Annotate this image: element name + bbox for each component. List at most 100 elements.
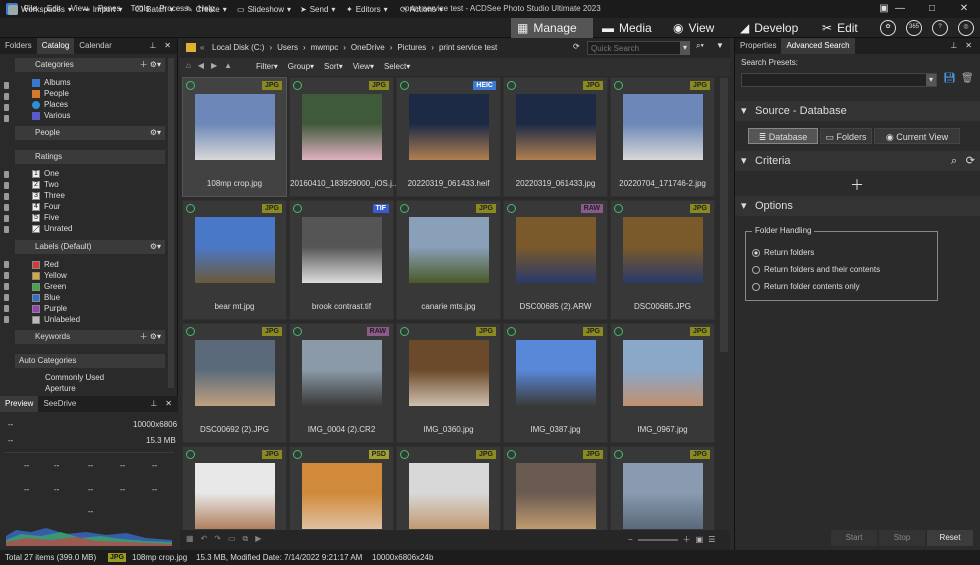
file-thumbnail[interactable]: JPG 108mp crop.jpg [182, 77, 287, 197]
search-icon[interactable]: ⌕▾ [696, 41, 704, 51]
labels-header[interactable]: Labels (Default) ⚙▾ [15, 240, 165, 254]
category-various[interactable]: Various [32, 111, 71, 120]
options-header[interactable]: ▾ Options [735, 196, 980, 216]
category-albums[interactable]: Albums [32, 78, 71, 87]
tab-properties[interactable]: Properties [735, 38, 781, 54]
radio-return-folders-contents[interactable]: Return folders and their contents [752, 265, 880, 274]
check-icon[interactable] [614, 327, 623, 336]
tab-advanced-search[interactable]: Advanced Search [781, 38, 855, 54]
pin-icon[interactable]: ⊥ [149, 38, 156, 54]
check-icon[interactable] [293, 204, 302, 213]
rating-one[interactable]: 1 One [32, 169, 59, 178]
batch-icon[interactable]: ▦ [186, 534, 194, 544]
tab-folders[interactable]: Folders [0, 38, 37, 54]
editors-button[interactable]: ✦ Editors ▾ [346, 3, 388, 17]
check-icon[interactable] [186, 81, 195, 90]
chevron-right-icon[interactable]: › [269, 43, 272, 52]
check-icon[interactable] [400, 327, 409, 336]
mode-media[interactable]: ▬ Media [602, 18, 652, 38]
file-thumbnail[interactable]: JPG bear mt.jpg [182, 200, 287, 320]
import-button[interactable]: ⇥ Import ▾ [83, 3, 122, 17]
check-icon[interactable] [400, 81, 409, 90]
tab-calendar[interactable]: Calendar [74, 38, 116, 54]
category-people[interactable]: People [32, 89, 69, 98]
check-icon[interactable] [507, 204, 516, 213]
check-icon[interactable] [186, 204, 195, 213]
check-icon[interactable] [186, 450, 195, 459]
categories-header[interactable]: Categories ＋ ⚙▾ [15, 58, 165, 72]
stop-button[interactable]: Stop [879, 530, 925, 546]
label-purple[interactable]: Purple [32, 304, 67, 313]
criteria-header[interactable]: ▾ Criteria ⌕ ⟳ [735, 151, 980, 171]
breadcrumb-item[interactable]: Pictures [397, 43, 426, 52]
close-button[interactable]: ✕ [948, 0, 980, 18]
search-dropdown-icon[interactable]: ▾ [680, 41, 690, 55]
check-icon[interactable] [293, 327, 302, 336]
file-thumbnail[interactable]: RAW IMG_0004 (2).CR2 [289, 323, 394, 443]
breadcrumb-item[interactable]: print service test [439, 43, 497, 52]
file-thumbnail[interactable]: JPG [396, 446, 501, 530]
file-thumbnail[interactable]: JPG DSC00685.JPG [610, 200, 715, 320]
check-icon[interactable] [614, 450, 623, 459]
search-presets-select[interactable]: ▾ [741, 73, 937, 87]
breadcrumb-item[interactable]: OneDrive [351, 43, 385, 52]
rating-three[interactable]: 3 Three [32, 191, 65, 200]
search-icon[interactable]: ⌕ [951, 151, 957, 171]
group-menu[interactable]: Group▾ [288, 62, 314, 71]
filter-menu[interactable]: Filter▾ [256, 62, 278, 71]
sort-menu[interactable]: Sort▾ [324, 62, 343, 71]
add-criteria-icon[interactable]: ＋ [850, 175, 864, 195]
add-icon[interactable]: ＋ ⚙▾ [140, 330, 161, 344]
pin-icon[interactable]: ⊥ [150, 396, 157, 412]
check-icon[interactable] [507, 81, 516, 90]
chevron-left-icon[interactable]: « [200, 43, 204, 52]
breadcrumb-item[interactable]: Users [277, 43, 298, 52]
keywords-header[interactable]: Keywords ＋ ⚙▾ [15, 330, 165, 344]
source-database-button[interactable]: ≣ Database [748, 128, 818, 144]
file-thumbnail[interactable]: JPG IMG_0967.jpg [610, 323, 715, 443]
file-thumbnail[interactable]: RAW DSC00685 (2).ARW [503, 200, 608, 320]
check-icon[interactable] [614, 204, 623, 213]
rating-unrated[interactable]: Unrated [32, 224, 72, 233]
close-pane-icon[interactable]: ✕ [165, 396, 172, 412]
file-thumbnail[interactable]: JPG 20220319_061433.jpg [503, 77, 608, 197]
grid-scrollbar[interactable] [720, 78, 728, 352]
auto-commonly-used[interactable]: Commonly Used [45, 373, 104, 382]
source-current-view-button[interactable]: ◉ Current View [874, 128, 960, 144]
file-thumbnail[interactable]: JPG 20160410_183929000_iOS.j... [289, 77, 399, 197]
tab-preview[interactable]: Preview [0, 396, 39, 412]
radio-return-folders[interactable]: Return folders [752, 248, 814, 257]
view-menu-item[interactable]: View▾ [353, 62, 374, 71]
create-button[interactable]: ✎ Create ▾ [186, 3, 227, 17]
maximize-button[interactable]: □ [916, 0, 948, 18]
chevron-right-icon[interactable]: › [431, 43, 434, 52]
365-badge[interactable]: 365 [906, 20, 922, 36]
slideshow-button[interactable]: ▭ Slideshow ▾ [237, 3, 291, 17]
slideshow-icon[interactable]: ▭ [228, 534, 236, 544]
rating-five[interactable]: 5 Five [32, 213, 59, 222]
breadcrumb-item[interactable]: mwmpc [311, 43, 339, 52]
file-thumbnail[interactable]: JPG [182, 446, 287, 530]
source-header[interactable]: ▾ Source - Database [735, 101, 980, 121]
up-icon[interactable]: ▲ [224, 61, 232, 70]
label-green[interactable]: Green [32, 282, 66, 291]
check-icon[interactable] [186, 327, 195, 336]
chevron-right-icon[interactable]: › [343, 43, 346, 52]
file-thumbnail[interactable]: JPG [610, 446, 715, 530]
ratings-header[interactable]: Ratings [15, 150, 165, 164]
zoom-out-icon[interactable]: − [628, 535, 633, 544]
check-icon[interactable] [614, 81, 623, 90]
file-thumbnail[interactable]: JPG [503, 446, 608, 530]
check-icon[interactable] [400, 204, 409, 213]
check-icon[interactable] [293, 81, 302, 90]
settings-icon[interactable]: ⚙▾ [150, 126, 161, 140]
save-icon[interactable]: 💾︎ [943, 73, 956, 84]
file-thumbnail[interactable]: JPG canarie mts.jpg [396, 200, 501, 320]
file-thumbnail[interactable]: PSD [289, 446, 394, 530]
check-icon[interactable] [400, 450, 409, 459]
mode-view[interactable]: ◉ View [673, 18, 714, 38]
left-scrollbar[interactable] [168, 58, 174, 388]
filter-icon[interactable]: ▼ [716, 41, 724, 50]
send-button[interactable]: ➤ Send ▾ [300, 3, 335, 17]
details-view-icon[interactable]: ☰ [708, 535, 715, 544]
